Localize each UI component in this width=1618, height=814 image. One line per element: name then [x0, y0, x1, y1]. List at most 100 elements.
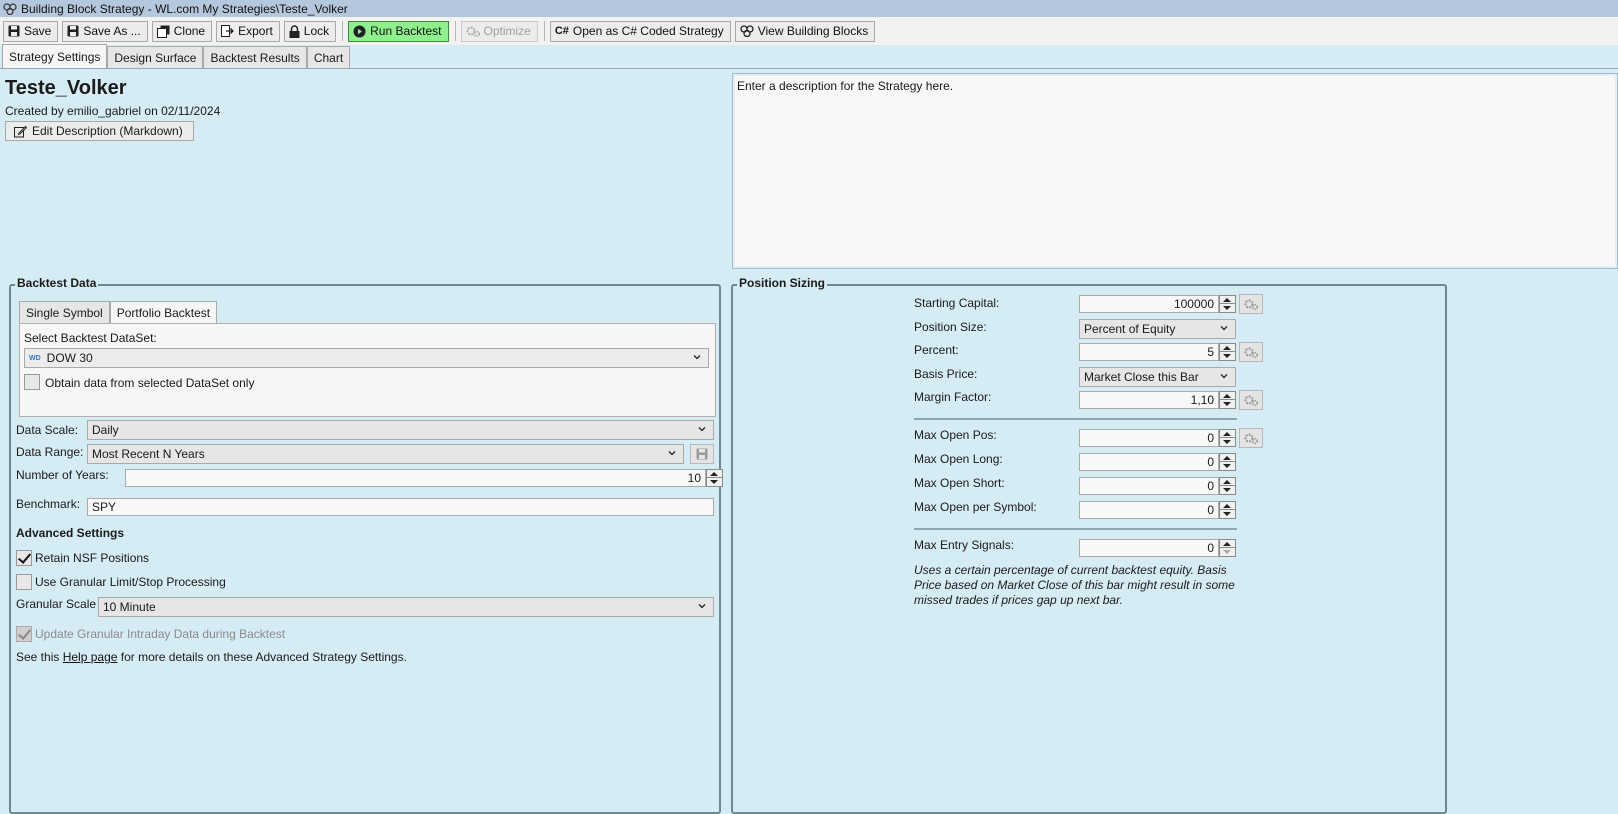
position-size-label: Position Size:: [914, 320, 987, 334]
export-icon: [221, 24, 235, 37]
building-blocks-icon: [3, 2, 17, 15]
position-size-select[interactable]: Percent of Equity: [1079, 319, 1236, 339]
stepper-up-arrow-icon[interactable]: [1220, 392, 1235, 400]
save-range-button[interactable]: [690, 444, 714, 464]
stepper-down-arrow-icon[interactable]: [1220, 438, 1235, 446]
max-open-long-input[interactable]: 0: [1079, 453, 1219, 471]
save-as-label: Save As ...: [83, 24, 141, 38]
stepper-down-arrow-icon[interactable]: [1220, 486, 1235, 494]
retain-nsf-label: Retain NSF Positions: [35, 551, 150, 565]
view-building-blocks-label: View Building Blocks: [757, 24, 869, 38]
save-as-button[interactable]: Save As ...: [62, 20, 148, 42]
open-csharp-button[interactable]: C# Open as C# Coded Strategy: [549, 20, 731, 42]
floppy-icon: [67, 25, 79, 37]
divider: [914, 418, 1237, 420]
stepper-down-arrow-icon[interactable]: [707, 478, 722, 486]
max-open-short-label: Max Open Short:: [914, 476, 1005, 490]
max-open-short-input[interactable]: 0: [1079, 477, 1219, 495]
number-of-years-input[interactable]: 10: [125, 469, 706, 487]
description-textarea[interactable]: Enter a description for the Strategy her…: [732, 73, 1618, 269]
starting-capital-stepper[interactable]: [1219, 295, 1236, 313]
max-open-short-stepper[interactable]: [1219, 477, 1236, 495]
main-tabs: Strategy Settings Design Surface Backtes…: [0, 44, 1618, 69]
floppy-icon: [696, 448, 708, 460]
max-open-per-symbol-input[interactable]: 0: [1079, 501, 1219, 519]
granular-scale-value: 10 Minute: [103, 600, 156, 614]
stepper-up-arrow-icon[interactable]: [1220, 502, 1235, 510]
stepper-up-arrow-icon[interactable]: [1220, 296, 1235, 304]
max-open-pos-input[interactable]: 0: [1079, 429, 1219, 447]
stepper-down-arrow-icon[interactable]: [1220, 510, 1235, 518]
margin-factor-stepper[interactable]: [1219, 391, 1236, 409]
max-entry-signals-stepper[interactable]: [1219, 539, 1236, 557]
clone-button[interactable]: Clone: [151, 20, 213, 42]
note-line-3: missed trades if prices gap up next bar.: [914, 593, 1123, 607]
stepper-down-arrow-icon[interactable]: [1220, 352, 1235, 360]
gears-icon: [1244, 395, 1258, 406]
stepper-up-arrow-icon[interactable]: [1220, 540, 1235, 548]
optimize-starting-capital-button[interactable]: [1239, 294, 1263, 314]
lock-button[interactable]: Lock: [283, 20, 337, 42]
stepper-down-arrow-icon[interactable]: [1220, 462, 1235, 470]
stepper-up-arrow-icon[interactable]: [707, 470, 722, 478]
tab-backtest-results[interactable]: Backtest Results: [203, 46, 307, 68]
percent-input[interactable]: 5: [1079, 343, 1219, 361]
title-bar: Building Block Strategy - WL.com My Stra…: [0, 0, 1618, 17]
run-backtest-button[interactable]: Run Backtest: [348, 20, 449, 42]
export-button[interactable]: Export: [216, 20, 280, 42]
max-open-pos-stepper[interactable]: [1219, 429, 1236, 447]
optimize-button[interactable]: Optimize: [460, 20, 538, 42]
optimize-margin-factor-button[interactable]: [1239, 390, 1263, 410]
help-page-link[interactable]: Help page: [63, 650, 118, 664]
stepper-down-arrow-icon[interactable]: [1220, 304, 1235, 312]
backtest-data-title: Backtest Data: [15, 276, 99, 290]
max-entry-signals-input[interactable]: 0: [1079, 539, 1219, 557]
save-button[interactable]: Save: [3, 20, 59, 42]
stepper-up-arrow-icon[interactable]: [1220, 454, 1235, 462]
granular-scale-select[interactable]: 10 Minute: [98, 597, 714, 617]
created-by-text: Created by emilio_gabriel on 02/11/2024: [5, 104, 221, 118]
edit-description-button[interactable]: Edit Description (Markdown): [5, 121, 194, 141]
optimize-max-open-pos-button[interactable]: [1239, 428, 1263, 448]
max-open-long-stepper[interactable]: [1219, 453, 1236, 471]
chevron-down-icon: [1220, 374, 1228, 379]
margin-factor-input[interactable]: 1,10: [1079, 391, 1219, 409]
optimize-percent-button[interactable]: [1239, 342, 1263, 362]
obtain-only-checkbox[interactable]: [24, 374, 40, 390]
tab-design-surface[interactable]: Design Surface: [107, 46, 204, 68]
stepper-down-arrow-icon[interactable]: [1220, 548, 1235, 556]
starting-capital-input[interactable]: 100000: [1079, 295, 1219, 313]
note-line-1: Uses a certain percentage of current bac…: [914, 563, 1227, 577]
stepper-up-arrow-icon[interactable]: [1220, 478, 1235, 486]
stepper-up-arrow-icon[interactable]: [1220, 430, 1235, 438]
gears-icon: [1244, 433, 1258, 444]
number-of-years-stepper[interactable]: [706, 469, 723, 487]
toolbar-separator: [342, 21, 344, 41]
dataset-badge-icon: WD: [29, 354, 41, 362]
tab-strategy-settings[interactable]: Strategy Settings: [2, 44, 108, 68]
max-open-per-symbol-stepper[interactable]: [1219, 501, 1236, 519]
toolbar: Save Save As ... Clone Export Lock Run B…: [0, 17, 1618, 45]
tab-single-symbol[interactable]: Single Symbol: [19, 301, 110, 323]
gears-icon: [1244, 299, 1258, 310]
data-scale-label: Data Scale:: [16, 423, 79, 437]
update-granular-checkbox[interactable]: [16, 626, 32, 642]
retain-nsf-checkbox[interactable]: [16, 550, 32, 566]
granular-limit-checkbox[interactable]: [16, 574, 32, 590]
data-range-select[interactable]: Most Recent N Years: [87, 444, 684, 464]
export-label: Export: [238, 24, 273, 38]
basis-price-select[interactable]: Market Close this Bar: [1079, 367, 1236, 387]
stepper-up-arrow-icon[interactable]: [1220, 344, 1235, 352]
data-scale-select[interactable]: Daily: [87, 420, 714, 440]
percent-stepper[interactable]: [1219, 343, 1236, 361]
stepper-down-arrow-icon[interactable]: [1220, 400, 1235, 408]
tab-portfolio-backtest[interactable]: Portfolio Backtest: [109, 301, 218, 323]
benchmark-input[interactable]: SPY: [87, 498, 714, 516]
data-range-label: Data Range:: [16, 445, 84, 459]
help-suffix: for more details on these Advanced Strat…: [117, 650, 407, 664]
strategy-name: Teste_Volker: [5, 77, 127, 99]
dataset-select[interactable]: WD DOW 30: [24, 348, 709, 368]
view-building-blocks-button[interactable]: View Building Blocks: [734, 20, 876, 42]
dataset-value: DOW 30: [46, 351, 93, 365]
tab-chart[interactable]: Chart: [306, 46, 351, 68]
